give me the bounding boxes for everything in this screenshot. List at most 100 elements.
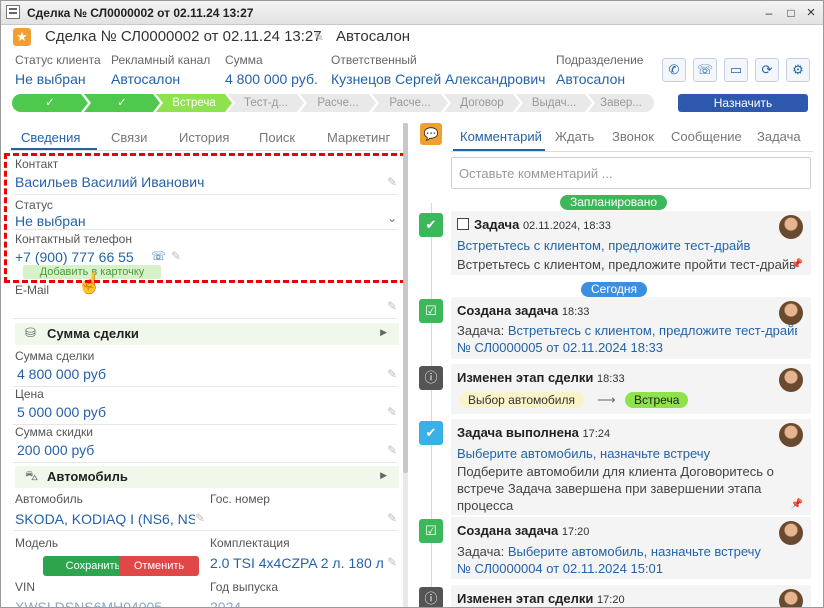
assign-button[interactable]: Назначить [678,94,808,112]
stage-2[interactable]: ✓ [84,94,160,112]
model-field[interactable]: Модель [15,536,195,550]
pin-icon[interactable]: 📌 [791,259,803,270]
price-value[interactable]: 5 000 000 руб [17,404,395,420]
task-link[interactable]: Встретьтесь с клиентом, предложите тест-… [508,323,797,338]
deal-sum-field[interactable]: Сумма сделки 4 800 000 руб [15,349,395,382]
year-value[interactable]: 2024 [210,599,390,607]
card-title: Создана задача [457,523,559,538]
tab-task[interactable]: Задача [757,129,801,144]
phone-icon[interactable]: ☏ [693,58,717,82]
task-link[interactable]: Выберите автомобиль, назначьте встречу [457,446,797,461]
stage-meeting[interactable]: Встреча [156,94,232,112]
task-number-link[interactable]: № СЛ0000004 от 02.11.2024 15:01 [457,561,797,576]
edit-discount-icon[interactable]: ✎ [387,443,397,457]
message-icon[interactable]: ▭ [724,58,748,82]
edit-plate-icon[interactable]: ✎ [387,511,397,525]
timeline-card-stage-change-2[interactable]: Изменен этап сделки 17:20 [451,585,811,607]
edit-price-icon[interactable]: ✎ [387,405,397,419]
timeline-card-created-2[interactable]: Создана задача 17:20 Задача: Выберите ав… [451,517,811,579]
timeline-card-stage-change[interactable]: Изменен этап сделки 18:33 Выбор автомоби… [451,364,811,414]
edit-car-icon[interactable]: ✎ [195,511,205,525]
tab-search[interactable]: Поиск [259,130,295,145]
cancel-button[interactable]: Отменить [119,556,199,576]
stage-completion[interactable]: Завер... [588,94,654,112]
comment-input[interactable]: Оставьте комментарий ... [451,157,811,189]
stage-test-drive[interactable]: Тест-д... [228,94,304,112]
task-link[interactable]: Выберите автомобиль, назначьте встречу [508,544,761,559]
settings-gear-icon[interactable]: ⚙ [786,58,810,82]
field-value[interactable]: 4 800 000 руб. [225,71,318,87]
tab-links[interactable]: Связи [111,130,147,145]
tab-marketing[interactable]: Маркетинг [327,130,390,145]
sum-section-header[interactable]: ⛁ Сумма сделки ▶ [15,323,399,345]
timeline-card-task-done[interactable]: Задача выполнена 17:24 Выберите автомоби… [451,419,811,515]
field-responsible[interactable]: Ответственный Кузнецов Сергей Александро… [331,53,545,87]
chevron-down-icon[interactable]: ⌄ [387,211,397,225]
field-client-status[interactable]: Статус клиента Не выбран [15,53,101,87]
deal-sum-value[interactable]: 4 800 000 руб [17,366,395,382]
field-label: VIN [15,580,36,594]
stage-1[interactable]: ✓ [12,94,88,112]
window-menu-icon[interactable] [6,5,20,19]
trim-value[interactable]: 2.0 TSI 4x4CZPA 2 л. 180 л [210,555,390,571]
task-checkbox[interactable] [457,218,469,230]
edit-deal-sum-icon[interactable]: ✎ [387,367,397,381]
stage-delivery[interactable]: Выдач... [516,94,592,112]
timeline-card-task[interactable]: Задача 02.11.2024, 18:33 Встретьтесь с к… [451,211,811,275]
trim-field[interactable]: Комплектация 2.0 TSI 4x4CZPA 2 л. 180 л [210,536,390,571]
contact-value[interactable]: Васильев Василий Иванович [15,174,395,190]
tab-call[interactable]: Звонок [612,129,654,144]
contact-field[interactable]: Контакт Васильев Василий Иванович [15,157,395,190]
field-value[interactable]: Кузнецов Сергей Александрович [331,71,545,87]
left-scrollbar[interactable] [403,123,408,607]
call-phone-icon[interactable]: ☏ [151,249,166,263]
phone-field[interactable]: Контактный телефон +7 (900) 777 66 55 [15,232,395,265]
field-value[interactable]: Автосалон [111,71,210,87]
timeline-card-created-1[interactable]: Создана задача 18:33 Задача: Встретьтесь… [451,297,811,359]
year-field[interactable]: Год выпуска 2024 [210,580,390,607]
email-field[interactable]: E-Mail [15,283,395,297]
phone-value[interactable]: +7 (900) 777 66 55 [15,249,395,265]
tab-wait[interactable]: Ждать [555,129,594,144]
refresh-icon[interactable]: ⟳ [755,58,779,82]
task-link[interactable]: Встретьтесь с клиентом, предложите тест-… [457,238,797,253]
price-field[interactable]: Цена 5 000 000 руб [15,387,395,420]
car-value[interactable]: SKODA, KODIAQ I (NS6, NS [15,511,195,527]
car-field[interactable]: Автомобиль SKODA, KODIAQ I (NS6, NS [15,492,195,527]
edit-phone-icon[interactable]: ✎ [171,249,181,263]
status-field[interactable]: Статус Не выбран [15,198,395,229]
pin-icon[interactable]: 📌 [791,499,803,510]
stage-calc-1[interactable]: Расче... [300,94,376,112]
edit-trim-icon[interactable]: ✎ [387,555,397,569]
tab-details[interactable]: Сведения [21,130,80,145]
maximize-button[interactable]: □ [783,5,799,21]
car-section-header[interactable]: ⛍ Автомобиль ▶ [15,466,399,488]
status-value[interactable]: Не выбран [15,213,395,229]
discount-value[interactable]: 200 000 руб [17,442,395,458]
task-number-link[interactable]: № СЛ0000005 от 02.11.2024 18:33 [457,340,797,355]
close-button[interactable]: × [803,5,819,21]
title-bar: Сделка № СЛ0000002 от 02.11.24 13:27 – □… [1,1,823,25]
field-amount[interactable]: Сумма 4 800 000 руб. [225,53,318,87]
field-label: Сумма скидки [15,425,93,439]
favorite-star-icon[interactable]: ★ [13,28,31,46]
vin-field[interactable]: VIN XWSLDSNS6MH04005 [15,580,195,607]
tab-history[interactable]: История [179,130,229,145]
edit-email-icon[interactable]: ✎ [387,299,397,313]
plate-field[interactable]: Гос. номер [210,492,390,511]
stage-calc-2[interactable]: Расче... [372,94,448,112]
today-badge: Сегодня [581,282,647,297]
tab-message[interactable]: Сообщение [671,129,742,144]
tab-comment[interactable]: Комментарий [460,129,542,144]
stage-contract[interactable]: Договор [444,94,520,112]
field-value[interactable]: Не выбран [15,71,101,87]
vin-value[interactable]: XWSLDSNS6MH04005 [15,599,195,607]
field-value[interactable]: Автосалон [556,71,643,87]
field-ad-channel[interactable]: Рекламный канал Автосалон [111,53,210,87]
field-department[interactable]: Подразделение Автосалон [556,53,643,87]
edit-contact-icon[interactable]: ✎ [387,175,397,189]
discount-field[interactable]: Сумма скидки 200 000 руб [15,425,395,458]
call-transfer-icon[interactable]: ✆ [662,58,686,82]
minimize-button[interactable]: – [761,5,777,21]
edit-pencil-icon[interactable]: ✎ [314,30,324,44]
